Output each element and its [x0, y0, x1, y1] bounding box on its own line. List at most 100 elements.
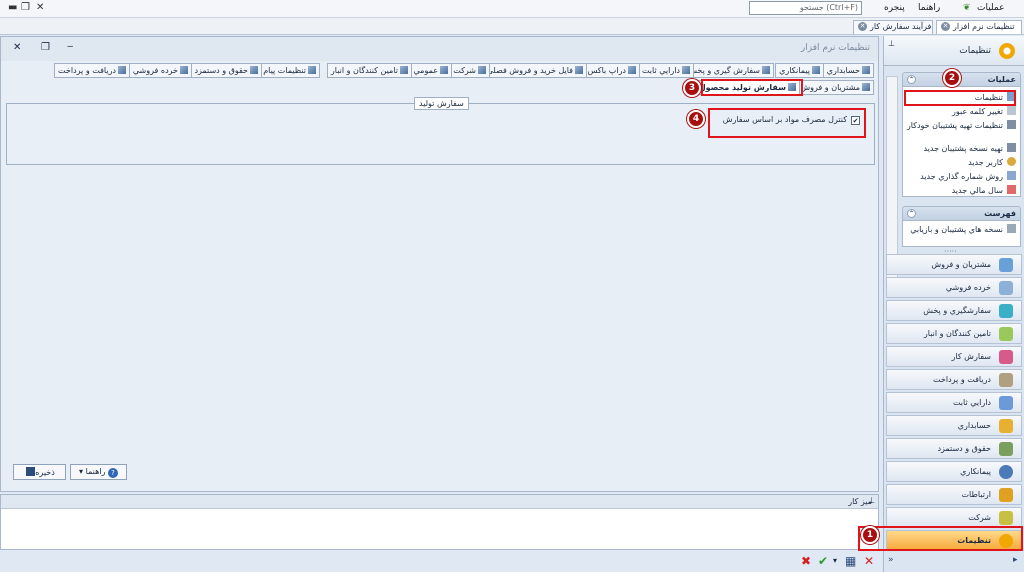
- grid-icon[interactable]: ▦: [845, 554, 856, 568]
- settings-tab-icon: [862, 66, 870, 74]
- category-fixed-assets[interactable]: دارايي ثابت: [886, 392, 1022, 413]
- settings-tab-icon: [628, 66, 636, 74]
- desk-header: ⊥ ميز كار: [1, 495, 878, 509]
- settings-gear-icon: [999, 43, 1015, 59]
- tab-messages[interactable]: تنظيمات پيام: [259, 63, 320, 78]
- category-receive-pay[interactable]: دريافت و پرداخت: [886, 369, 1022, 390]
- payroll-icon: [999, 442, 1013, 456]
- asset-icon: [999, 396, 1013, 410]
- chart-icon: [999, 258, 1013, 272]
- list-section: نسخه هاي پشتيبان و بازيابي: [902, 221, 1021, 247]
- group-title: سفارش توليد: [414, 97, 469, 110]
- menu-bar: ▬ ❐ ✕ جستجو (Ctrl+F) پنجره راهنما عمليات…: [0, 0, 1024, 18]
- settings-tab-icon: [682, 66, 690, 74]
- tab-ordering-distribution[interactable]: سفارش گيري و پخش: [683, 63, 774, 78]
- category-customers-sales[interactable]: مشتريان و فروش: [886, 254, 1022, 275]
- backup-icon: [1007, 120, 1016, 129]
- minimize-icon[interactable]: ‒: [67, 41, 73, 52]
- phone-icon: [999, 488, 1013, 502]
- close-icon[interactable]: ✕: [36, 2, 44, 13]
- nav-title: تنظيمات: [959, 46, 991, 56]
- task-new-user[interactable]: كاربر جديد: [906, 157, 1016, 168]
- category-contracting[interactable]: پيمانكاري: [886, 461, 1022, 482]
- tab-payroll[interactable]: حقوق و دستمزد: [190, 63, 262, 78]
- contract-icon: [999, 465, 1013, 479]
- help-icon: ?: [107, 468, 118, 478]
- restore-icon[interactable]: ❐: [21, 2, 30, 13]
- dropdown-arrow-icon[interactable]: ▾: [833, 556, 837, 565]
- settings-tab-icon: [575, 66, 583, 74]
- menu-operations[interactable]: عمليات: [977, 3, 1004, 13]
- tab-fixed-assets[interactable]: دارايي ثابت: [637, 63, 694, 78]
- highlight-production-order-tab: [701, 79, 803, 96]
- task-change-password[interactable]: تغيير کلمه عبور: [906, 106, 1016, 117]
- restore-icon[interactable]: ❐: [41, 42, 50, 53]
- settings-panel: ✕ ❐ ‒ تنظيمات نرم افزار حسابداري پيمانكا…: [0, 36, 879, 492]
- category-accounting[interactable]: حسابداري: [886, 415, 1022, 436]
- category-communications[interactable]: ارتباطات: [886, 484, 1022, 505]
- tab-suppliers-warehouse[interactable]: تامين كنندگان و انبار: [326, 63, 412, 78]
- configure-nav-icon[interactable]: ▸: [1013, 555, 1018, 565]
- tab-seasonal-file[interactable]: فایل خرید و فروش فصلی: [482, 63, 587, 78]
- menu-help[interactable]: راهنما: [918, 3, 940, 13]
- backup-icon: [1007, 224, 1016, 233]
- category-payroll[interactable]: حقوق و دستمزد: [886, 438, 1022, 459]
- confirm-icon[interactable]: ✔: [818, 554, 828, 568]
- settings-tab-icon: [440, 66, 448, 74]
- key-icon: [1007, 106, 1016, 115]
- close-icon[interactable]: ✕: [941, 22, 950, 31]
- category-suppliers-warehouse[interactable]: تامين كنندگان و انبار: [886, 323, 1022, 344]
- close-icon[interactable]: ✕: [858, 22, 867, 31]
- task-auto-backup[interactable]: تنظيمات تهيه پشتيبان خودکار: [906, 120, 1016, 131]
- ledger-icon: [999, 419, 1013, 433]
- close-icon[interactable]: ✕: [864, 554, 874, 568]
- document-tabs: ✕ فرآيند سفارش کار ✕ تنظيمات نرم افزار: [0, 18, 1024, 35]
- tab-receive-pay[interactable]: دريافت و پرداخت: [54, 63, 130, 78]
- settings-tab-icon: [812, 66, 820, 74]
- tab-retail[interactable]: خرده فروشي: [128, 63, 192, 78]
- cart-icon: [999, 281, 1013, 295]
- search-input[interactable]: جستجو (Ctrl+F): [749, 1, 862, 15]
- task-new-numbering[interactable]: روش شماره گذاري جديد: [906, 171, 1016, 182]
- category-ordering-distribution[interactable]: سفارشگيري و پخش: [886, 300, 1022, 321]
- category-retail[interactable]: خرده فروشي: [886, 277, 1022, 298]
- dropdown-arrow-icon: ▾: [79, 467, 84, 476]
- close-icon[interactable]: ✕: [13, 42, 21, 53]
- nav-scrollbar[interactable]: [886, 76, 898, 282]
- step-badge: 2: [943, 69, 961, 87]
- menu-window[interactable]: پنجره: [884, 3, 905, 13]
- tab-customers-sales[interactable]: مشتريان و فروش: [796, 80, 874, 95]
- collapse-icon[interactable]: ⌃: [907, 75, 916, 84]
- tab-general[interactable]: عمومي: [409, 63, 452, 78]
- save-button[interactable]: ذخيره: [13, 464, 66, 480]
- tab-dropbox[interactable]: دراپ باکس: [583, 63, 640, 78]
- backup-icon: [1007, 143, 1016, 152]
- tab-software-settings[interactable]: ✕ تنظيمات نرم افزار: [936, 20, 1022, 34]
- tab-contracting[interactable]: پيمانكاري: [775, 63, 824, 78]
- pin-icon[interactable]: ⊥: [888, 39, 895, 48]
- list-section-header[interactable]: ⌃ فهرست: [902, 206, 1021, 221]
- tasks-section-header[interactable]: ⌃ عمليات: [902, 72, 1021, 87]
- cancel-icon[interactable]: ✖: [801, 554, 811, 568]
- tab-company[interactable]: شرکت: [449, 63, 490, 78]
- step-badge: 3: [683, 79, 701, 97]
- settings-tab-icon: [118, 66, 126, 74]
- user-icon: [1007, 157, 1016, 166]
- minimize-icon[interactable]: ▬: [8, 2, 17, 13]
- list-item-backups[interactable]: نسخه هاي پشتيبان و بازيابي: [906, 224, 1016, 235]
- app-logo-icon: ❦: [963, 3, 971, 13]
- tab-order-process[interactable]: ✕ فرآيند سفارش کار: [853, 20, 933, 34]
- task-new-fiscal-year[interactable]: سال مالي جديد: [906, 185, 1016, 196]
- panel-title: تنظيمات نرم افزار: [800, 43, 870, 53]
- category-company[interactable]: شركت: [886, 507, 1022, 528]
- category-work-order[interactable]: سفارش كار: [886, 346, 1022, 367]
- task-new-backup[interactable]: تهيه نسخه پشتيبان جديد: [906, 143, 1016, 154]
- warehouse-icon: [999, 327, 1013, 341]
- tab-accounting[interactable]: حسابداري: [822, 63, 874, 78]
- panel-header: ✕ ❐ ‒ تنظيمات نرم افزار: [1, 37, 878, 61]
- calendar-icon: [1007, 185, 1016, 194]
- help-button[interactable]: ▾ راهنما ?: [70, 464, 127, 480]
- settings-tab-icon: [862, 83, 870, 91]
- expand-nav-icon[interactable]: »: [888, 555, 894, 565]
- collapse-icon[interactable]: ⌃: [907, 209, 916, 218]
